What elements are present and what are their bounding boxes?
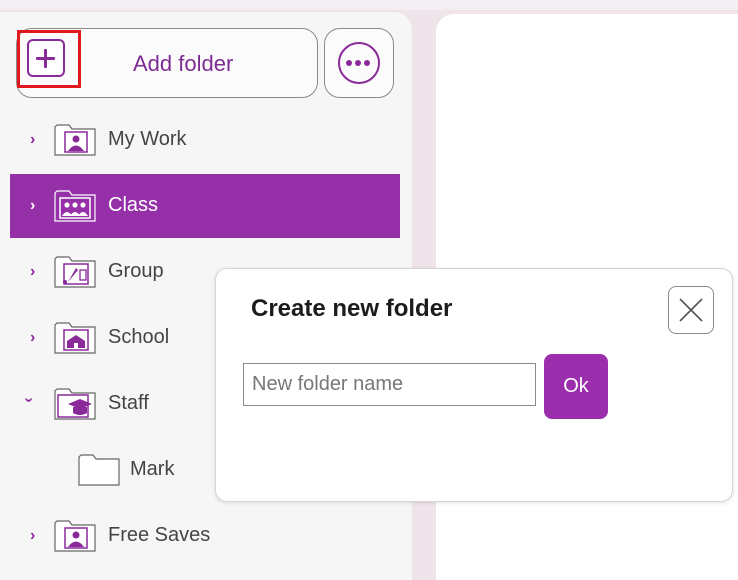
more-options-icon [338, 42, 380, 84]
add-folder-button[interactable]: Add folder [16, 28, 318, 98]
tree-item-my-work[interactable]: › My Work [10, 108, 400, 172]
tree-item-label: School [108, 326, 170, 348]
create-folder-dialog: Create new folder Ok [215, 268, 733, 502]
chevron-right-icon[interactable]: › [30, 132, 35, 148]
ok-button[interactable]: Ok [544, 354, 608, 419]
tree-item-class[interactable]: › Class [10, 174, 400, 238]
more-options-button[interactable] [324, 28, 394, 98]
tree-item-label: Mark [130, 458, 175, 480]
close-icon [679, 298, 703, 322]
chevron-right-icon[interactable]: › [30, 198, 35, 214]
chevron-right-icon[interactable]: › [30, 264, 35, 280]
staff-folder-icon [54, 388, 96, 420]
person-folder-icon [54, 520, 96, 552]
tree-item-label: Staff [108, 392, 149, 414]
tree-item-label: My Work [108, 128, 187, 150]
plus-square-icon[interactable] [27, 39, 65, 77]
tree-item-free-saves[interactable]: › Free Saves [10, 504, 400, 568]
class-folder-icon [54, 190, 96, 222]
school-folder-icon [54, 322, 96, 354]
folder-name-input[interactable] [243, 363, 536, 406]
chevron-right-icon[interactable]: › [30, 330, 35, 346]
close-button[interactable] [668, 286, 714, 334]
music-folder-icon [54, 256, 96, 288]
empty-folder-icon [78, 454, 120, 486]
dialog-title: Create new folder [251, 295, 453, 322]
tree-item-label: Group [108, 260, 164, 282]
top-strip [0, 0, 738, 10]
chevron-right-icon[interactable]: › [30, 528, 35, 544]
person-folder-icon [54, 124, 96, 156]
add-folder-label: Add folder [133, 51, 234, 76]
chevron-down-icon[interactable]: › [21, 397, 38, 402]
tree-item-label: Class [108, 194, 159, 216]
tree-item-label: Free Saves [108, 524, 211, 546]
